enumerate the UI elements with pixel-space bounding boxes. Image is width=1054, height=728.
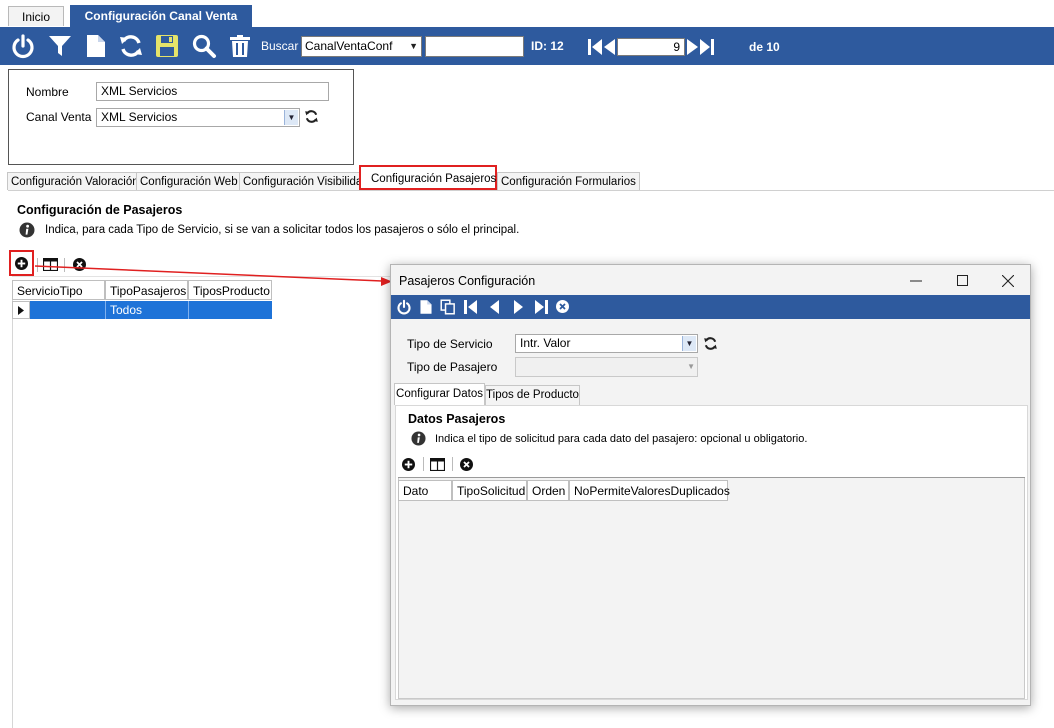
power-icon[interactable] <box>10 33 36 59</box>
next-record-icon[interactable] <box>510 299 526 315</box>
tab-configuracion-valoracion[interactable]: Configuración Valoración <box>7 172 143 190</box>
tab-configuracion-canal-venta[interactable]: Configuración Canal Venta <box>70 5 252 27</box>
tab-configuracion-pasajeros[interactable]: Configuración Pasajeros <box>359 165 497 190</box>
cell-divider <box>188 301 189 319</box>
channel-label: Canal Venta <box>26 110 92 124</box>
toolbar-separator <box>423 457 424 471</box>
record-total: de 10 <box>749 40 780 54</box>
cell-divider <box>105 301 106 319</box>
chevron-down-icon: ▼ <box>284 110 298 125</box>
columns-icon[interactable] <box>430 458 445 471</box>
last-record-icon[interactable] <box>533 299 549 315</box>
tab-tipos-de-producto[interactable]: Tipos de Producto <box>485 385 580 405</box>
passenger-type-label: Tipo de Pasajero <box>407 360 498 374</box>
dialog-title: Pasajeros Configuración <box>399 274 536 288</box>
minimize-button[interactable] <box>903 271 929 291</box>
filter-icon[interactable] <box>47 33 73 59</box>
cell-tipopasajeros: Todos <box>110 303 143 317</box>
toolbar-separator <box>452 457 453 471</box>
chevron-down-icon: ▼ <box>687 362 695 371</box>
info-icon <box>411 431 426 446</box>
dialog-section-info: Indica el tipo de solicitud para cada da… <box>435 433 808 445</box>
delete-row-icon[interactable] <box>460 458 473 471</box>
pasajeros-dialog: Pasajeros Configuración Tipo de Servicio… <box>390 264 1031 706</box>
section-title: Configuración de Pasajeros <box>17 203 183 217</box>
power-icon[interactable] <box>396 299 412 315</box>
name-label: Nombre <box>26 85 69 99</box>
previous-record-icon[interactable] <box>487 299 503 315</box>
refresh-icon[interactable] <box>304 109 319 124</box>
grid-toolbar-divider <box>12 276 392 277</box>
tab-configuracion-web[interactable]: Configuración Web <box>136 172 242 190</box>
first-record-icon[interactable] <box>463 299 479 315</box>
tab-configuracion-formularios[interactable]: Configuración Formularios <box>497 172 640 190</box>
refresh-icon[interactable] <box>118 33 144 59</box>
table-row[interactable]: Todos <box>12 301 272 319</box>
previous-record-icon[interactable] <box>604 39 615 55</box>
channel-select[interactable]: XML Servicios ▼ <box>96 108 300 127</box>
column-header-nopermitevaloresduplicados[interactable]: NoPermiteValoresDuplicados <box>569 480 730 501</box>
copy-icon[interactable] <box>440 299 456 315</box>
close-icon <box>1001 274 1015 288</box>
column-header-tiposproducto[interactable]: TiposProducto <box>188 280 272 300</box>
tab-inicio[interactable]: Inicio <box>8 6 64 26</box>
add-row-icon[interactable] <box>402 458 415 471</box>
search-icon[interactable] <box>191 33 217 59</box>
channel-select-value: XML Servicios <box>101 110 178 124</box>
search-input[interactable] <box>425 36 524 57</box>
name-input-value: XML Servicios <box>101 84 178 98</box>
chevron-down-icon: ▼ <box>682 336 696 351</box>
dialog-toolbar <box>391 295 1030 319</box>
column-header-dato[interactable]: Dato <box>398 480 452 501</box>
grid-left-border <box>12 300 13 728</box>
record-id: ID: 12 <box>531 39 564 53</box>
next-record-icon[interactable] <box>687 39 698 55</box>
tab-configurar-datos[interactable]: Configurar Datos <box>394 383 485 405</box>
service-type-label: Tipo de Servicio <box>407 337 493 351</box>
new-document-icon[interactable] <box>418 299 434 315</box>
refresh-icon[interactable] <box>703 336 718 351</box>
last-record-icon[interactable] <box>700 39 714 55</box>
name-input[interactable]: XML Servicios <box>96 82 329 101</box>
info-icon <box>19 222 35 238</box>
grid-top-border <box>398 477 1025 478</box>
search-entity-value: CanalVentaConf <box>305 39 393 53</box>
dialog-grid <box>398 477 1025 699</box>
section-info: Indica, para cada Tipo de Servicio, si s… <box>45 224 520 236</box>
column-header-tiposolicitud[interactable]: TipoSolicitud <box>452 480 527 501</box>
tab-configuracion-visibilidad[interactable]: Configuración Visibilidad <box>239 172 373 190</box>
row-indicator <box>12 301 30 319</box>
minimize-icon <box>910 280 922 282</box>
maximize-button[interactable] <box>949 271 975 291</box>
passenger-type-select[interactable]: ▼ <box>515 357 698 377</box>
close-button[interactable] <box>995 271 1021 291</box>
new-document-icon[interactable] <box>83 33 109 59</box>
service-type-select[interactable]: Intr. Valor ▼ <box>515 334 698 353</box>
trash-icon[interactable] <box>227 33 253 59</box>
add-row-button[interactable] <box>9 250 34 276</box>
tab-divider <box>8 190 1054 191</box>
first-record-icon[interactable] <box>588 39 602 55</box>
record-number-input[interactable]: 9 <box>617 38 685 56</box>
delete-row-icon[interactable] <box>73 258 86 271</box>
add-icon <box>15 257 28 270</box>
save-icon[interactable] <box>154 33 180 59</box>
record-form: Nombre XML Servicios Canal Venta XML Ser… <box>8 69 354 165</box>
column-header-serviciotipo[interactable]: ServicioTipo <box>12 280 105 300</box>
chevron-down-icon: ▼ <box>409 41 418 51</box>
column-header-orden[interactable]: Orden <box>527 480 569 501</box>
columns-icon[interactable] <box>43 258 58 271</box>
search-label: Buscar <box>261 39 299 53</box>
service-type-value: Intr. Valor <box>520 336 571 350</box>
search-entity-select[interactable]: CanalVentaConf ▼ <box>301 36 422 57</box>
main-toolbar: Buscar CanalVentaConf ▼ ID: 12 9 de 10 <box>0 27 1054 65</box>
dialog-section-title: Datos Pasajeros <box>408 412 506 426</box>
maximize-icon <box>956 275 968 286</box>
delete-icon[interactable] <box>556 300 569 313</box>
record-number-value: 9 <box>673 40 680 54</box>
toolbar-separator <box>37 258 38 272</box>
toolbar-separator <box>64 258 65 272</box>
column-header-tipopasajeros[interactable]: TipoPasajeros <box>105 280 188 300</box>
row-pointer-icon <box>18 306 24 315</box>
